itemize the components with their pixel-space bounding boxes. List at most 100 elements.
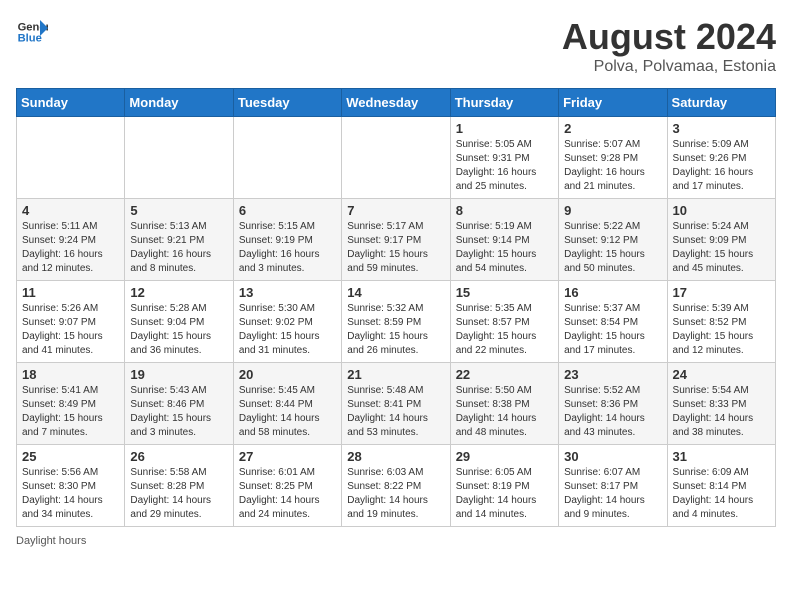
- calendar-cell-4-2: 19 Sunrise: 5:43 AM Sunset: 8:46 PM Dayli…: [125, 363, 233, 445]
- calendar-week-1: 1 Sunrise: 5:05 AM Sunset: 9:31 PM Daylig…: [17, 117, 776, 199]
- col-sunday: Sunday: [17, 89, 125, 117]
- calendar-cell-2-4: 7 Sunrise: 5:17 AM Sunset: 9:17 PM Daylig…: [342, 199, 450, 281]
- day-info: Sunrise: 5:15 AM Sunset: 9:19 PM Dayligh…: [239, 220, 336, 276]
- calendar-cell-1-6: 2Sunrise: 5:07 AM Sunset: 9:28 PM Daylig…: [559, 117, 667, 199]
- day-number: 4: [22, 203, 119, 218]
- day-number: 13: [239, 285, 336, 300]
- day-info: Sunrise: 5:17 AM Sunset: 9:17 PM Dayligh…: [347, 220, 444, 276]
- day-number: 7: [347, 203, 444, 218]
- calendar-week-4: 18 Sunrise: 5:41 AM Sunset: 8:49 PM Dayli…: [17, 363, 776, 445]
- day-info: Sunrise: 5:22 AM Sunset: 9:12 PM Dayligh…: [564, 220, 661, 276]
- col-thursday: Thursday: [450, 89, 558, 117]
- day-info: Sunrise: 5:48 AM Sunset: 8:41 PM Dayligh…: [347, 384, 444, 440]
- day-info: Sunrise: 5:56 AM Sunset: 8:30 PM Dayligh…: [22, 466, 119, 522]
- day-number: 9: [564, 203, 661, 218]
- day-info: Sunrise: 5:30 AM Sunset: 9:02 PM Dayligh…: [239, 302, 336, 358]
- calendar-cell-5-4: 28 Sunrise: 6:03 AM Sunset: 8:22 PM Dayli…: [342, 445, 450, 527]
- day-number: 21: [347, 367, 444, 382]
- calendar-cell-4-7: 24 Sunrise: 5:54 AM Sunset: 8:33 PM Dayli…: [667, 363, 775, 445]
- day-info: Sunrise: 5:39 AM Sunset: 8:52 PM Dayligh…: [673, 302, 770, 358]
- calendar-cell-4-5: 22Sunrise: 5:50 AM Sunset: 8:38 PM Dayli…: [450, 363, 558, 445]
- title-area: August 2024 Polva, Polvamaa, Estonia: [562, 16, 776, 76]
- day-number: 11: [22, 285, 119, 300]
- day-info: Sunrise: 5:13 AM Sunset: 9:21 PM Dayligh…: [130, 220, 227, 276]
- logo: General Blue: [16, 16, 48, 48]
- day-info: Sunrise: 5:35 AM Sunset: 8:57 PM Dayligh…: [456, 302, 553, 358]
- day-number: 16: [564, 285, 661, 300]
- day-info: Sunrise: 5:09 AM Sunset: 9:26 PM Dayligh…: [673, 138, 770, 194]
- calendar-cell-5-3: 27 Sunrise: 6:01 AM Sunset: 8:25 PM Dayli…: [233, 445, 341, 527]
- day-info: Sunrise: 5:19 AM Sunset: 9:14 PM Dayligh…: [456, 220, 553, 276]
- day-info: Sunrise: 5:24 AM Sunset: 9:09 PM Dayligh…: [673, 220, 770, 276]
- day-number: 27: [239, 449, 336, 464]
- calendar-cell-1-5: 1 Sunrise: 5:05 AM Sunset: 9:31 PM Daylig…: [450, 117, 558, 199]
- calendar-table: Sunday Monday Tuesday Wednesday Thursday…: [16, 88, 776, 527]
- day-info: Sunrise: 5:41 AM Sunset: 8:49 PM Dayligh…: [22, 384, 119, 440]
- day-number: 15: [456, 285, 553, 300]
- day-info: Sunrise: 6:07 AM Sunset: 8:17 PM Dayligh…: [564, 466, 661, 522]
- day-info: Sunrise: 5:52 AM Sunset: 8:36 PM Dayligh…: [564, 384, 661, 440]
- day-info: Sunrise: 5:37 AM Sunset: 8:54 PM Dayligh…: [564, 302, 661, 358]
- day-number: 12: [130, 285, 227, 300]
- day-info: Sunrise: 5:45 AM Sunset: 8:44 PM Dayligh…: [239, 384, 336, 440]
- calendar-week-3: 11Sunrise: 5:26 AM Sunset: 9:07 PM Dayli…: [17, 281, 776, 363]
- calendar-cell-3-5: 15 Sunrise: 5:35 AM Sunset: 8:57 PM Dayli…: [450, 281, 558, 363]
- day-number: 19: [130, 367, 227, 382]
- col-monday: Monday: [125, 89, 233, 117]
- page-title: August 2024: [562, 16, 776, 58]
- calendar-cell-3-7: 17 Sunrise: 5:39 AM Sunset: 8:52 PM Dayli…: [667, 281, 775, 363]
- day-number: 30: [564, 449, 661, 464]
- header: General Blue August 2024 Polva, Polvamaa…: [16, 16, 776, 76]
- calendar-cell-2-6: 9 Sunrise: 5:22 AM Sunset: 9:12 PM Daylig…: [559, 199, 667, 281]
- day-number: 24: [673, 367, 770, 382]
- col-friday: Friday: [559, 89, 667, 117]
- calendar-cell-2-7: 10Sunrise: 5:24 AM Sunset: 9:09 PM Dayli…: [667, 199, 775, 281]
- day-info: Sunrise: 5:28 AM Sunset: 9:04 PM Dayligh…: [130, 302, 227, 358]
- calendar-cell-3-4: 14Sunrise: 5:32 AM Sunset: 8:59 PM Dayli…: [342, 281, 450, 363]
- calendar-cell-5-6: 30 Sunrise: 6:07 AM Sunset: 8:17 PM Dayli…: [559, 445, 667, 527]
- logo-icon: General Blue: [16, 16, 48, 48]
- calendar-cell-1-7: 3 Sunrise: 5:09 AM Sunset: 9:26 PM Daylig…: [667, 117, 775, 199]
- day-number: 6: [239, 203, 336, 218]
- day-number: 1: [456, 121, 553, 136]
- calendar-cell-1-1: [17, 117, 125, 199]
- calendar-week-2: 4Sunrise: 5:11 AM Sunset: 9:24 PM Daylig…: [17, 199, 776, 281]
- day-info: Sunrise: 6:03 AM Sunset: 8:22 PM Dayligh…: [347, 466, 444, 522]
- svg-text:Blue: Blue: [18, 33, 42, 45]
- calendar-cell-2-2: 5 Sunrise: 5:13 AM Sunset: 9:21 PM Daylig…: [125, 199, 233, 281]
- calendar-header-row: Sunday Monday Tuesday Wednesday Thursday…: [17, 89, 776, 117]
- day-number: 26: [130, 449, 227, 464]
- day-number: 5: [130, 203, 227, 218]
- day-number: 28: [347, 449, 444, 464]
- day-number: 25: [22, 449, 119, 464]
- col-tuesday: Tuesday: [233, 89, 341, 117]
- day-info: Sunrise: 5:54 AM Sunset: 8:33 PM Dayligh…: [673, 384, 770, 440]
- calendar-cell-5-7: 31Sunrise: 6:09 AM Sunset: 8:14 PM Dayli…: [667, 445, 775, 527]
- calendar-cell-5-5: 29 Sunrise: 6:05 AM Sunset: 8:19 PM Dayli…: [450, 445, 558, 527]
- calendar-cell-4-4: 21 Sunrise: 5:48 AM Sunset: 8:41 PM Dayli…: [342, 363, 450, 445]
- calendar-cell-2-1: 4Sunrise: 5:11 AM Sunset: 9:24 PM Daylig…: [17, 199, 125, 281]
- calendar-cell-4-6: 23Sunrise: 5:52 AM Sunset: 8:36 PM Dayli…: [559, 363, 667, 445]
- day-info: Sunrise: 5:05 AM Sunset: 9:31 PM Dayligh…: [456, 138, 553, 194]
- day-number: 17: [673, 285, 770, 300]
- calendar-cell-1-4: [342, 117, 450, 199]
- calendar-cell-4-1: 18 Sunrise: 5:41 AM Sunset: 8:49 PM Dayli…: [17, 363, 125, 445]
- day-info: Sunrise: 5:07 AM Sunset: 9:28 PM Dayligh…: [564, 138, 661, 194]
- calendar-cell-3-1: 11Sunrise: 5:26 AM Sunset: 9:07 PM Dayli…: [17, 281, 125, 363]
- day-number: 18: [22, 367, 119, 382]
- day-info: Sunrise: 6:05 AM Sunset: 8:19 PM Dayligh…: [456, 466, 553, 522]
- day-number: 14: [347, 285, 444, 300]
- page-subtitle: Polva, Polvamaa, Estonia: [562, 58, 776, 76]
- day-number: 3: [673, 121, 770, 136]
- calendar-week-5: 25 Sunrise: 5:56 AM Sunset: 8:30 PM Dayli…: [17, 445, 776, 527]
- day-info: Sunrise: 5:43 AM Sunset: 8:46 PM Dayligh…: [130, 384, 227, 440]
- day-number: 8: [456, 203, 553, 218]
- col-wednesday: Wednesday: [342, 89, 450, 117]
- day-info: Sunrise: 6:01 AM Sunset: 8:25 PM Dayligh…: [239, 466, 336, 522]
- day-number: 29: [456, 449, 553, 464]
- calendar-cell-3-3: 13 Sunrise: 5:30 AM Sunset: 9:02 PM Dayli…: [233, 281, 341, 363]
- calendar-cell-4-3: 20Sunrise: 5:45 AM Sunset: 8:44 PM Dayli…: [233, 363, 341, 445]
- day-info: Sunrise: 5:50 AM Sunset: 8:38 PM Dayligh…: [456, 384, 553, 440]
- calendar-cell-1-3: [233, 117, 341, 199]
- col-saturday: Saturday: [667, 89, 775, 117]
